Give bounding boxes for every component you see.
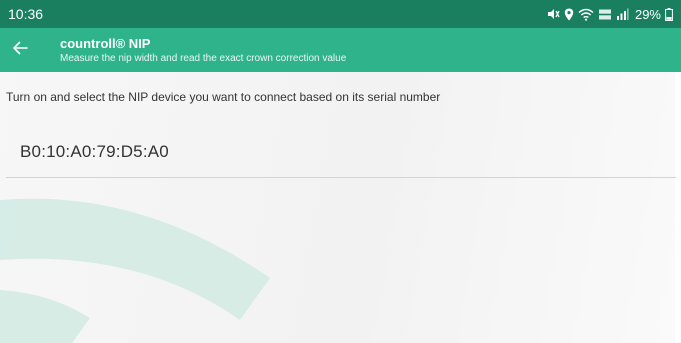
battery-percent: 29% <box>634 6 661 22</box>
connection-instruction: Turn on and select the NIP device you wa… <box>6 90 441 104</box>
back-button[interactable] <box>2 28 38 72</box>
battery-icon <box>665 7 673 21</box>
app-subtitle: Measure the nip width and read the exact… <box>60 53 347 64</box>
status-bar: 10:36 29% <box>0 0 681 28</box>
signal-icon <box>616 8 629 20</box>
arrow-left-icon <box>12 40 28 61</box>
volte-icon <box>598 8 612 21</box>
mute-icon <box>547 8 560 20</box>
location-icon <box>564 8 574 21</box>
device-serial-number: B0:10:A0:79:D5:A0 <box>20 142 169 161</box>
status-icons: 29% <box>547 7 673 22</box>
wifi-signal-watermark-icon <box>0 198 270 343</box>
app-screen: 10:36 29% countroll® NIP Measure the nip… <box>0 0 681 343</box>
app-title: countroll® NIP <box>60 36 151 51</box>
status-time: 10:36 <box>8 6 44 22</box>
app-bar: countroll® NIP Measure the nip width and… <box>0 28 681 72</box>
app-titles: countroll® NIP Measure the nip width and… <box>60 36 346 65</box>
wifi-icon <box>578 8 594 21</box>
scroll-edge <box>675 72 681 343</box>
device-list-item[interactable]: B0:10:A0:79:D5:A0 <box>6 128 676 178</box>
